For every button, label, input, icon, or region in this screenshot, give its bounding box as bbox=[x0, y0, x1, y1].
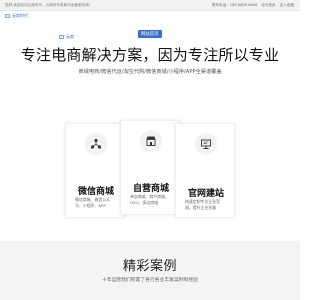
card-title: 微信商城 bbox=[77, 187, 114, 197]
hero-subtitle: 商城电商/微信代运/淘宝代购/微信商城/小程序/APP全渠道覆盖 bbox=[78, 69, 222, 75]
monitor-icon bbox=[195, 133, 217, 155]
welcome-text: 您好,欢迎访问云商时代，云商时代电商代运营服务商！ bbox=[5, 3, 93, 7]
phone-link[interactable]: 联系电话：188 8888 8888 bbox=[212, 3, 257, 8]
nav-home-link[interactable]: 网站首页 bbox=[138, 30, 162, 38]
logo-alt-text: 云商时代 bbox=[12, 13, 28, 18]
broken-image-icon bbox=[5, 14, 10, 18]
card-description: 单店商城、商户商城、O2O、多店商城 bbox=[130, 194, 169, 205]
hero-logo[interactable]: 云商 bbox=[59, 34, 74, 40]
card-title: 自营商城 bbox=[132, 184, 169, 194]
top-bar: 您好,欢迎访问云商时代，云商时代电商代运营服务商！ 联系电话：188 8888 … bbox=[0, 0, 300, 11]
service-card-website[interactable]: 官网建站 快速定制专业企业官网，提升企业形象 bbox=[175, 123, 235, 218]
hero-title: 专注电商解决方案，因为专注所以专业 bbox=[20, 46, 280, 64]
card-title: 官网建站 bbox=[187, 189, 224, 199]
card-description: 快速定制专业企业官网，提升企业形象 bbox=[185, 199, 221, 210]
broken-image-icon bbox=[59, 35, 64, 39]
cases-section: 精彩案例 十年运营我们积累了各行各业丰富案例和经验 bbox=[0, 241, 300, 300]
cases-subtitle: 十年运营我们积累了各行各业丰富案例和经验 bbox=[102, 278, 198, 283]
service-card-self-mall[interactable]: 自营商城 单店商城、商户商城、O2O、多店商城 bbox=[120, 120, 180, 215]
add-favorite-link[interactable]: 加入收藏 bbox=[280, 3, 294, 8]
network-icon bbox=[85, 133, 107, 155]
hero-section: 云商 网站首页 专注电商解决方案，因为专注所以专业 商城电商/微信代运/淘宝代购… bbox=[0, 28, 300, 241]
brand-strip bbox=[0, 11, 300, 28]
service-card-wechat-mall[interactable]: 微信商城 微信商城、微信公众号、小程序、APP bbox=[65, 123, 125, 218]
top-links: 联系电话：188 8888 8888 设为首页 加入收藏 bbox=[212, 3, 294, 8]
card-description: 微信商城、微信公众号、小程序、APP bbox=[75, 197, 111, 208]
storefront-icon bbox=[140, 130, 162, 152]
site-logo[interactable]: 云商时代 bbox=[5, 13, 28, 19]
set-homepage-link[interactable]: 设为首页 bbox=[261, 3, 275, 8]
cases-title: 精彩案例 bbox=[122, 259, 177, 274]
hero-logo-alt: 云商 bbox=[66, 34, 74, 39]
